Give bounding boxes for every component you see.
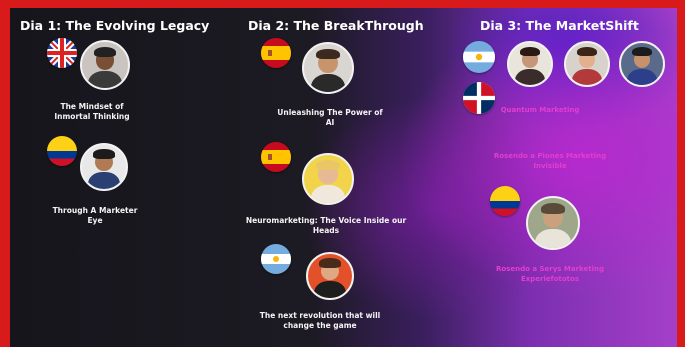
talk3-caption: Unleashing The Power of AI bbox=[277, 108, 383, 127]
day1-title: Dia 1: The Evolving Legacy bbox=[20, 18, 210, 33]
spain-flag-icon bbox=[261, 38, 291, 68]
talk8-caption: Rosendo a Serys Marketing Experiefototos bbox=[495, 265, 605, 283]
day3-title: Dia 3: The MarketShift bbox=[480, 18, 639, 33]
talk6-caption: Quantum Marketing bbox=[500, 106, 580, 114]
argentina-flag-icon bbox=[463, 41, 495, 73]
talk2-caption: Through A Marketer Eye bbox=[52, 206, 138, 225]
speaker3-avatar bbox=[302, 42, 354, 94]
argentina-flag-icon bbox=[261, 244, 291, 274]
speaker2-avatar bbox=[80, 143, 128, 191]
speaker4-avatar bbox=[302, 153, 354, 205]
talk4-caption: Neuromarketing: The Voice Inside our Hea… bbox=[245, 216, 407, 235]
speaker6-avatar bbox=[507, 41, 553, 87]
uk-flag-icon bbox=[47, 38, 77, 68]
speaker1-avatar bbox=[80, 40, 130, 90]
spain-flag-icon bbox=[261, 142, 291, 172]
speaker5-avatar bbox=[306, 252, 354, 300]
talk5-caption: The next revolution that will change the… bbox=[259, 311, 381, 330]
speaker8-avatar bbox=[619, 41, 665, 87]
talk7-caption: Rosendo a Piones Marketing Invisible bbox=[493, 152, 607, 170]
agenda-panel: Dia 1: The Evolving Legacy The Mindset o… bbox=[10, 8, 677, 347]
speaker7-avatar bbox=[564, 41, 610, 87]
talk1-caption: The Mindset of Inmortal Thinking bbox=[54, 102, 130, 121]
speaker9-avatar bbox=[526, 196, 580, 250]
day2-title: Dia 2: The BreakThrough bbox=[248, 18, 424, 33]
colombia-flag-icon bbox=[47, 136, 77, 166]
colombia-flag-icon bbox=[490, 186, 520, 216]
